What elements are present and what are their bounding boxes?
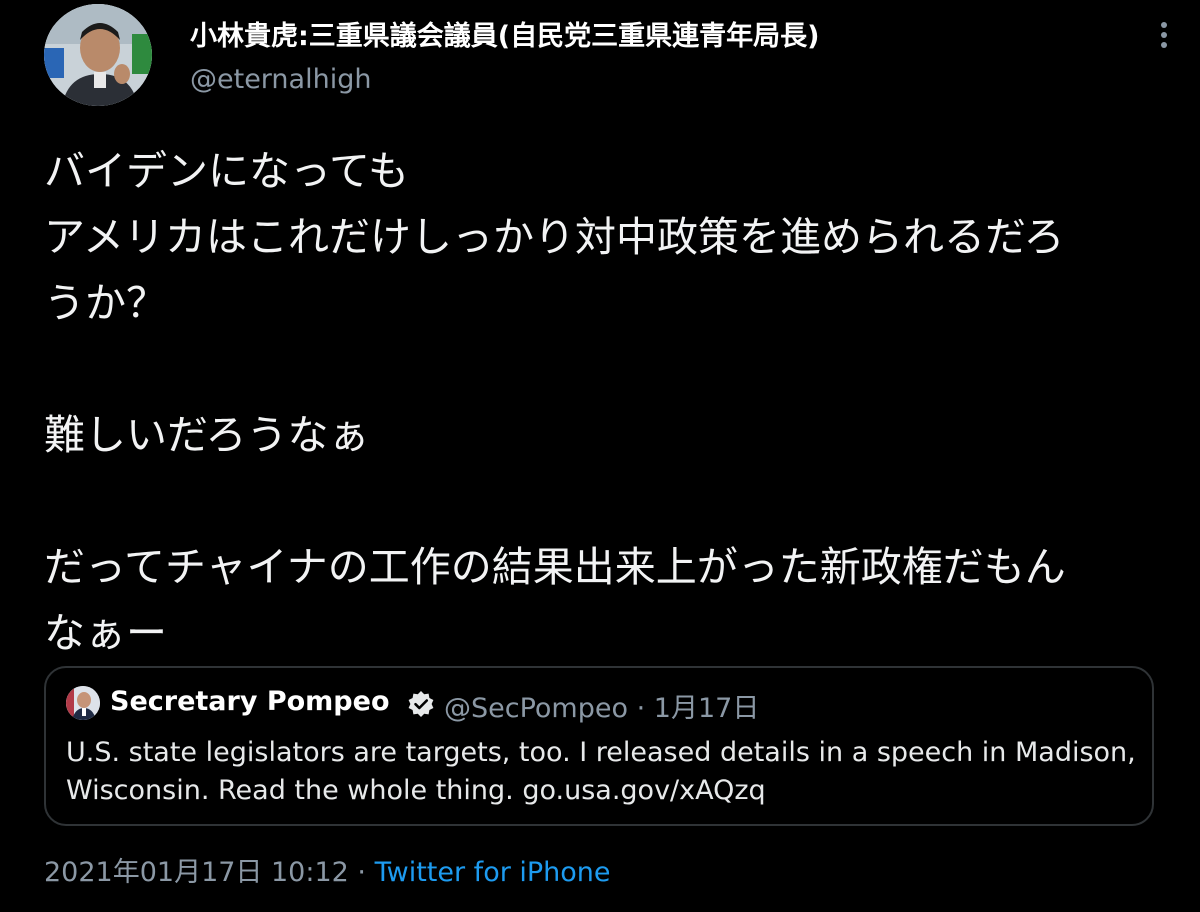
- footer-separator: ·: [357, 857, 367, 888]
- quoted-tweet-text: U.S. state legislators are targets, too.…: [66, 737, 1136, 806]
- tweet-footer: 2021年01月17日 10:12 · Twitter for iPhone: [44, 850, 611, 889]
- quoted-author-name: Secretary Pompeo: [110, 686, 390, 717]
- tweet-timestamp[interactable]: 2021年01月17日 10:12: [44, 857, 349, 888]
- author-display-name[interactable]: 小林貴虎:三重県議会議員(自民党三重県連青年局長): [190, 14, 819, 53]
- quoted-meta: @SecPompeo · 1月17日: [444, 686, 759, 725]
- quoted-meta-separator: ·: [636, 693, 646, 724]
- more-options-icon[interactable]: [1150, 18, 1178, 52]
- tweet-header: 小林貴虎:三重県議会議員(自民党三重県連青年局長) @eternalhigh: [0, 0, 1200, 120]
- author-avatar[interactable]: [44, 4, 152, 106]
- profile-photo-icon: [44, 4, 152, 106]
- tweet-body: バイデンになっても アメリカはこれだけしっかり対中政策を進められるだろ うか？ …: [44, 147, 1066, 657]
- quoted-tweet-card[interactable]: Secretary Pompeo @SecPompeo · 1月17日 U.S.…: [44, 666, 1154, 826]
- tweet-client-link[interactable]: Twitter for iPhone: [375, 857, 611, 888]
- author-handle[interactable]: @eternalhigh: [190, 64, 371, 95]
- quoted-handle: @SecPompeo: [444, 693, 629, 724]
- quoted-author-avatar: [66, 686, 100, 720]
- pompeo-photo-icon: [66, 686, 100, 720]
- verified-badge-icon: [407, 690, 435, 718]
- quoted-date: 1月17日: [653, 693, 760, 724]
